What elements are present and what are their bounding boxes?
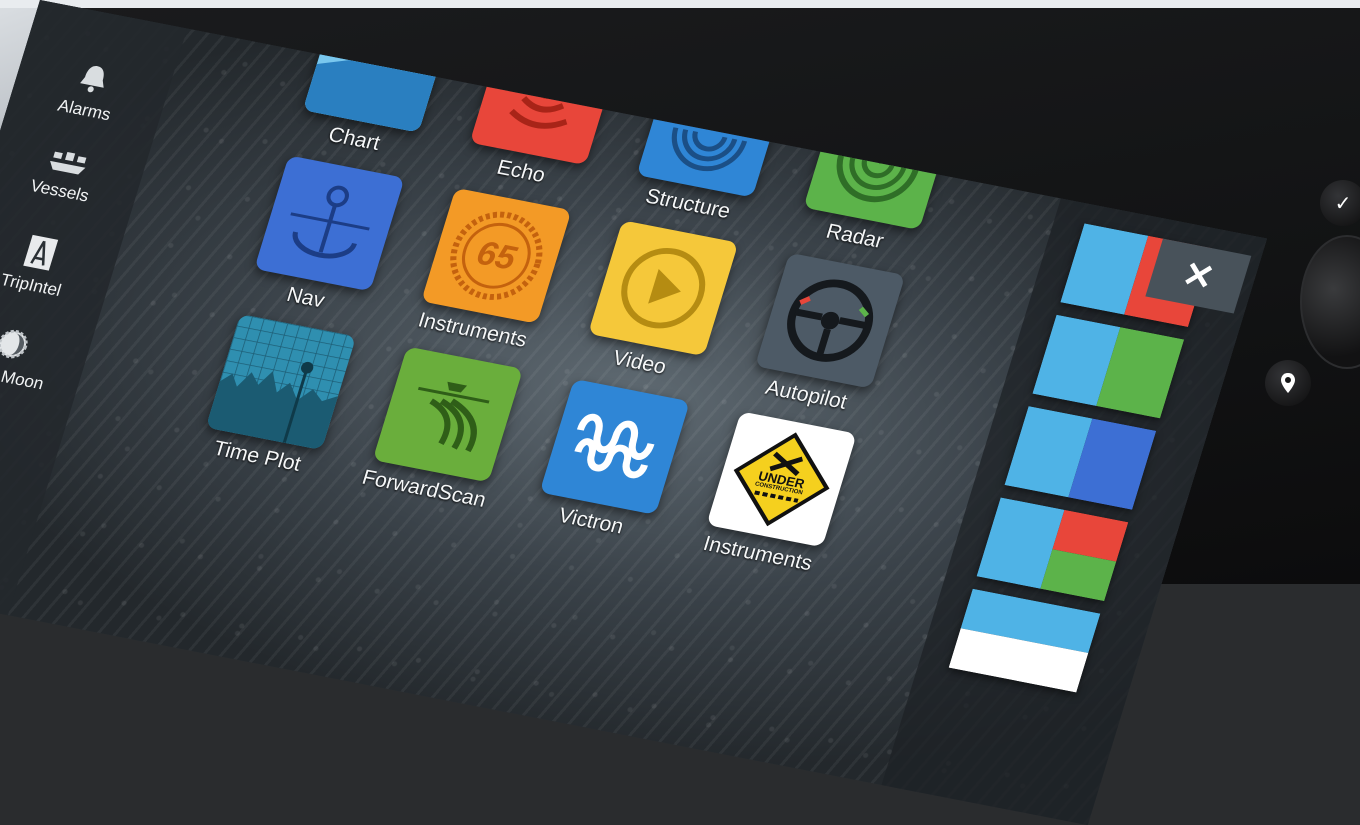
sidebar-item-sun-moon[interactable]: Sun, Moon (0, 314, 82, 398)
layout-chart-nav[interactable] (1004, 406, 1157, 510)
vessels-icon (50, 151, 87, 175)
nav-icon (290, 185, 370, 259)
sun-moon-icon (0, 329, 28, 359)
sidebar-item-label: Alarms (55, 95, 114, 125)
check-icon: ✓ (1334, 192, 1352, 215)
layout-chart-structure[interactable] (948, 588, 1101, 693)
background-strip (0, 0, 1360, 8)
confirm-hardware-button[interactable]: ✓ (1320, 180, 1360, 226)
time-plot-app-tile[interactable] (205, 314, 357, 450)
sidebar-item-vessels[interactable]: Vessels (0, 137, 136, 214)
sidebar-item-tripintel[interactable]: TripIntel (0, 223, 110, 307)
sidebar-item-alarms[interactable]: Alarms (17, 50, 162, 132)
sidebar: Alarms Vessels TripIntel Sun, Moon (0, 0, 194, 625)
victron-logo-icon (574, 413, 655, 479)
forwardscan-icon (417, 381, 490, 453)
video-app-tile[interactable] (587, 220, 739, 357)
layout-chart-echo-radar[interactable] (976, 497, 1129, 602)
mark-hardware-button[interactable] (1265, 360, 1311, 406)
instruments-app-tile[interactable]: 65 (421, 187, 572, 324)
time-plot-icon (205, 314, 357, 450)
close-icon: ✕ (1177, 253, 1220, 299)
steering-wheel-icon (787, 279, 874, 362)
layout-chart-radar[interactable] (1032, 314, 1185, 419)
sidebar-item-label: Vessels (28, 176, 92, 206)
location-pin-icon (1281, 373, 1295, 393)
play-icon (621, 248, 706, 329)
autopilot-app-tile[interactable] (754, 252, 906, 389)
forwardscan-app-tile[interactable] (372, 346, 524, 483)
compass-icon (23, 234, 59, 271)
instruments-under-construction-tile[interactable]: UNDER CONSTRUCTION (706, 411, 857, 548)
bell-icon (80, 66, 104, 93)
victron-app-tile[interactable] (539, 378, 690, 515)
nav-app-tile[interactable] (254, 155, 405, 292)
sidebar-item-label: TripIntel (0, 270, 64, 300)
